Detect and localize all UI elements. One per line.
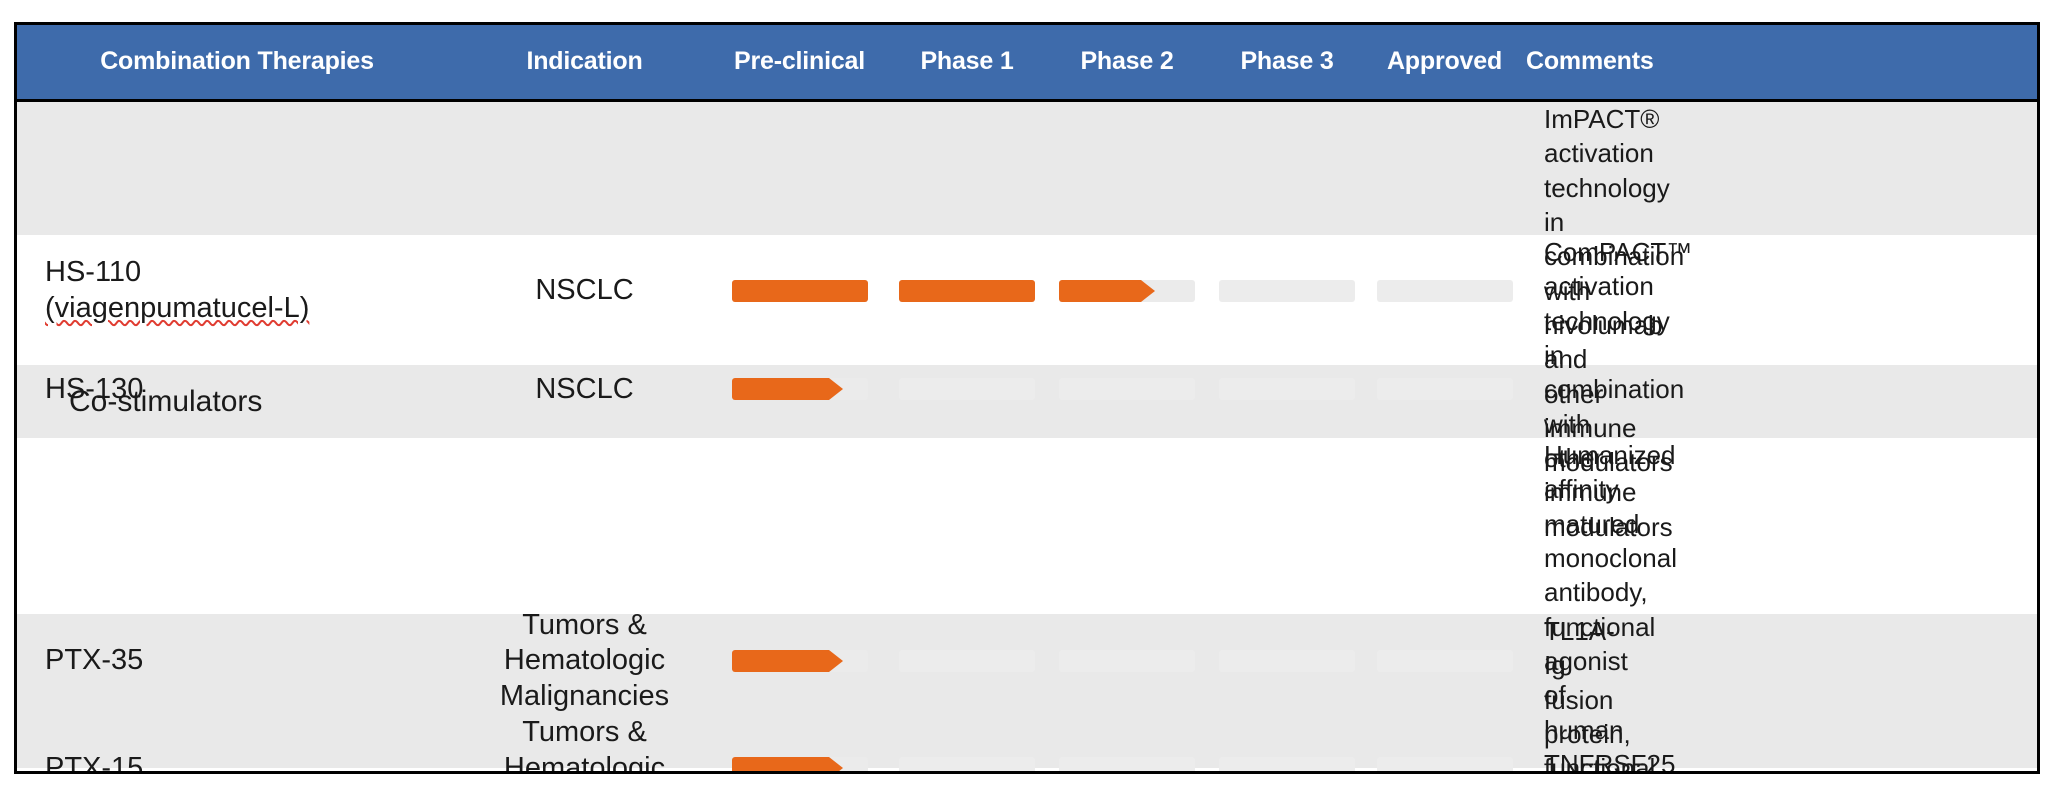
indication-cell: Tumors & Hematologic Malignancies [457, 715, 712, 774]
progress-fill [899, 279, 1035, 302]
progress-track [899, 650, 1035, 673]
progress-track [1219, 757, 1355, 771]
therapy-name-cell: PTX-35 [17, 643, 457, 678]
column-header-phase-1: Phase 1 [920, 47, 1014, 76]
progress-fill [731, 279, 868, 302]
comments-cell: TL1A-Ig fusion protein, functional agoni… [1544, 616, 1656, 774]
progress-track [1376, 650, 1513, 673]
therapy-name-primary: PTX-35 [45, 644, 144, 677]
progress-track [899, 757, 1035, 771]
progress-arrow-icon [829, 757, 844, 771]
stage-cell-pre-clinical [712, 614, 887, 771]
progress-fill [1059, 279, 1155, 302]
therapy-name-cell: HS-110 (viagenpumatucel-L) [17, 255, 457, 326]
column-header-pre-clinical: Pre-clinical [734, 47, 865, 76]
indication-line-2: Hematologic [503, 644, 666, 677]
progress-track [1376, 757, 1513, 771]
stage-cell-approved [1367, 614, 1522, 771]
table-row: PTX-15 Tumors & Hematologic Malignancies [17, 614, 2037, 771]
progress-arrow-icon [829, 650, 844, 673]
table-row: PTX-35 Tumors & Hematologic Malignancies [17, 438, 2037, 771]
stage-cell-phase-1 [887, 614, 1047, 771]
progress-track [731, 279, 868, 302]
indication-line-3: Malignancies [499, 679, 670, 712]
progress-fill [731, 650, 844, 673]
progress-track [899, 279, 1035, 302]
stage-cell-phase-3 [1207, 614, 1367, 771]
progress-track [899, 378, 1035, 401]
therapy-name-cell: PTX-15 [17, 751, 457, 774]
progress-track [1059, 279, 1195, 302]
column-header-combination-therapies: Combination Therapies [100, 47, 374, 76]
column-header-comments: Comments [1526, 47, 1654, 76]
progress-fill [731, 378, 844, 401]
indication-line-2: Hematologic [503, 751, 666, 774]
progress-track [1219, 650, 1355, 673]
progress-track [731, 378, 868, 401]
progress-arrow-icon [1140, 279, 1155, 302]
therapy-name-secondary: (viagenpumatucel-L) [45, 291, 310, 324]
pipeline-table: Combination Therapies Indication Pre-cli… [14, 22, 2040, 774]
therapy-name-primary: PTX-15 [45, 751, 144, 774]
table-row: HS-110 (viagenpumatucel-L) NSCLC ImPACT®… [17, 102, 2037, 477]
progress-fill [731, 757, 844, 771]
progress-track [1059, 757, 1195, 771]
column-header-phase-2: Phase 2 [1080, 47, 1174, 76]
indication-line-1: Tumors & [522, 608, 647, 641]
progress-arrow-icon [829, 378, 844, 401]
indication-line-1: Tumors & [522, 716, 647, 749]
therapy-name-primary: HS-110 [45, 256, 142, 289]
progress-track [1376, 279, 1513, 302]
table-header-row: Combination Therapies Indication Pre-cli… [17, 25, 2037, 102]
column-header-approved: Approved [1386, 47, 1503, 76]
progress-track [1059, 378, 1195, 401]
stage-cell-phase-2 [1047, 614, 1207, 771]
column-header-phase-3: Phase 3 [1240, 47, 1334, 76]
progress-track [1219, 378, 1355, 401]
progress-track [731, 650, 868, 673]
indication-cell: Tumors & Hematologic Malignancies [457, 608, 712, 714]
column-header-indication: Indication [526, 47, 643, 76]
progress-track [1376, 378, 1513, 401]
progress-track [1059, 650, 1195, 673]
progress-track [731, 757, 868, 771]
progress-track [1219, 279, 1355, 302]
indication-cell: NSCLC [535, 274, 634, 307]
